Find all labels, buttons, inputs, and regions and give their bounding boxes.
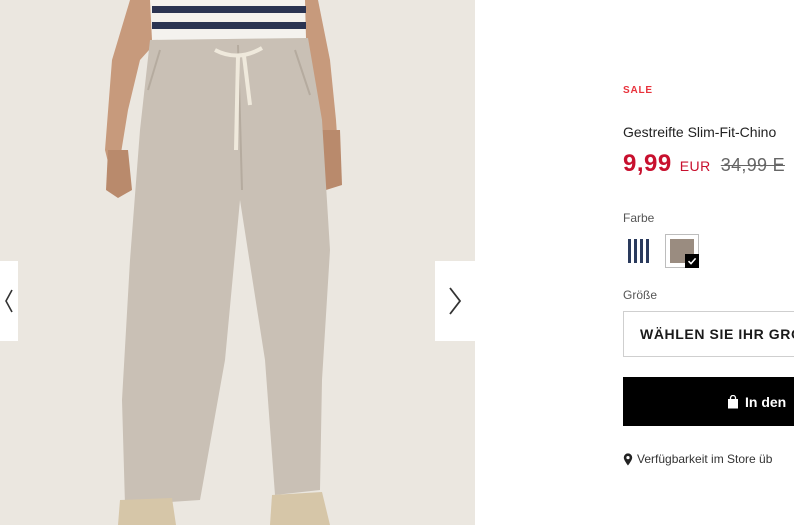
product-image-gallery[interactable] xyxy=(0,0,475,525)
current-price: 9,99 xyxy=(623,150,672,177)
gallery-next-button[interactable] xyxy=(435,261,475,341)
price-row: 9,99 EUR 34,99 E xyxy=(623,150,785,178)
shopping-bag-icon xyxy=(727,394,739,409)
size-label: Größe xyxy=(623,288,658,302)
product-photo xyxy=(0,0,475,525)
color-swatch-stone[interactable] xyxy=(665,234,699,268)
original-price: 34,99 E xyxy=(720,155,785,175)
color-swatches xyxy=(623,234,699,268)
sale-badge: SALE xyxy=(623,85,653,96)
product-info-panel: SALE Gestreifte Slim-Fit-Chino 9,99 EUR … xyxy=(623,0,794,525)
chevron-left-icon xyxy=(5,289,13,313)
add-to-cart-button[interactable]: In den xyxy=(623,377,794,426)
color-label: Farbe xyxy=(623,211,655,225)
swatch-chip xyxy=(628,239,652,263)
price-currency: EUR xyxy=(679,158,711,174)
chevron-right-icon xyxy=(449,287,462,315)
store-availability-link[interactable]: Verfügbarkeit im Store üb xyxy=(623,452,772,466)
store-availability-label: Verfügbarkeit im Store üb xyxy=(637,452,773,466)
gallery-prev-button[interactable] xyxy=(0,261,18,341)
size-select-placeholder: WÄHLEN SIE IHR GRÖ xyxy=(640,326,794,342)
color-swatch-stripe-navy[interactable] xyxy=(623,234,657,268)
check-icon xyxy=(685,254,699,268)
size-select[interactable]: WÄHLEN SIE IHR GRÖ xyxy=(623,311,794,357)
map-pin-icon xyxy=(623,452,633,465)
add-to-cart-label: In den xyxy=(745,393,787,410)
product-title: Gestreifte Slim-Fit-Chino xyxy=(623,124,777,140)
